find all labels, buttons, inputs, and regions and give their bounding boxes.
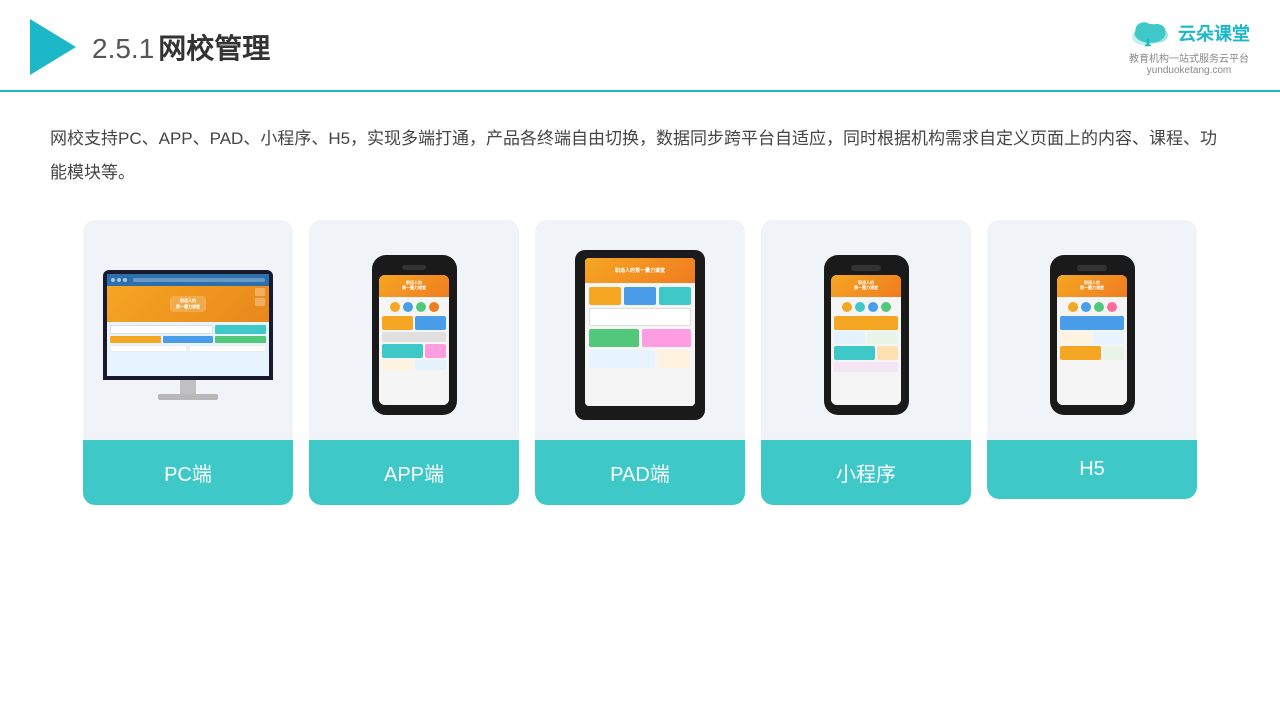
card-label-pad: PAD端 [535, 440, 745, 505]
header: 2.5.1网校管理 云朵课堂 教育机构一站式服务云平台yunduoketang.… [0, 0, 1280, 92]
pc-monitor: 职适人的第一量力课堂 [103, 270, 273, 400]
card-label-pc: PC端 [83, 440, 293, 505]
app-phone: 职适人的第一量力课堂 [372, 255, 457, 415]
card-label-miniprogram: 小程序 [761, 440, 971, 505]
card-miniprogram: 职适人的第一量力课堂 [761, 220, 971, 505]
card-pad: 职适人的第一量力课堂 [535, 220, 745, 505]
brand-logo-area: 云朵课堂 教育机构一站式服务云平台yunduoketang.com [1128, 18, 1250, 76]
h5-phone: 职适人的第一量力课堂 [1050, 255, 1135, 415]
cards-container: 职适人的第一量力课堂 [50, 220, 1230, 505]
card-app: 职适人的第一量力课堂 [309, 220, 519, 505]
card-image-pc: 职适人的第一量力课堂 [83, 220, 293, 440]
card-image-h5: 职适人的第一量力课堂 [987, 220, 1197, 440]
pad-device: 职适人的第一量力课堂 [575, 250, 705, 420]
card-h5: 职适人的第一量力课堂 [987, 220, 1197, 499]
header-left: 2.5.1网校管理 [30, 19, 270, 75]
brand-name: 云朵课堂 [1178, 20, 1250, 46]
card-pc: 职适人的第一量力课堂 [83, 220, 293, 505]
card-image-pad: 职适人的第一量力课堂 [535, 220, 745, 440]
card-label-h5: H5 [987, 440, 1197, 499]
brand-logo: 云朵课堂 [1128, 18, 1250, 48]
cloud-icon [1128, 18, 1172, 48]
logo-triangle-icon [30, 19, 76, 75]
card-image-miniprogram: 职适人的第一量力课堂 [761, 220, 971, 440]
card-image-app: 职适人的第一量力课堂 [309, 220, 519, 440]
miniprogram-phone: 职适人的第一量力课堂 [824, 255, 909, 415]
brand-tagline: 教育机构一站式服务云平台yunduoketang.com [1129, 50, 1249, 76]
page-title: 2.5.1网校管理 [92, 27, 270, 67]
main-content: 网校支持PC、APP、PAD、小程序、H5，实现多端打通，产品各终端自由切换，数… [0, 92, 1280, 525]
card-label-app: APP端 [309, 440, 519, 505]
description-text: 网校支持PC、APP、PAD、小程序、H5，实现多端打通，产品各终端自由切换，数… [50, 122, 1230, 190]
